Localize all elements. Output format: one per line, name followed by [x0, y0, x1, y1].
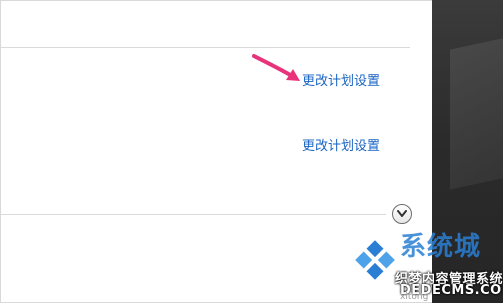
- expand-button[interactable]: [392, 204, 412, 224]
- change-plan-settings-link-2[interactable]: 更改计划设置: [302, 135, 380, 154]
- watermark-logo-icon: [355, 240, 395, 280]
- background-device-shape: [450, 30, 503, 190]
- change-plan-settings-link-1[interactable]: 更改计划设置: [302, 70, 380, 89]
- chevron-down-icon: [397, 210, 407, 217]
- arrow-pointer-icon: [252, 54, 300, 81]
- section-divider-bottom: [0, 214, 386, 215]
- section-divider-top: [0, 47, 410, 48]
- watermark-title: 系统城: [400, 232, 482, 262]
- watermark-sub: xitong: [400, 292, 429, 302]
